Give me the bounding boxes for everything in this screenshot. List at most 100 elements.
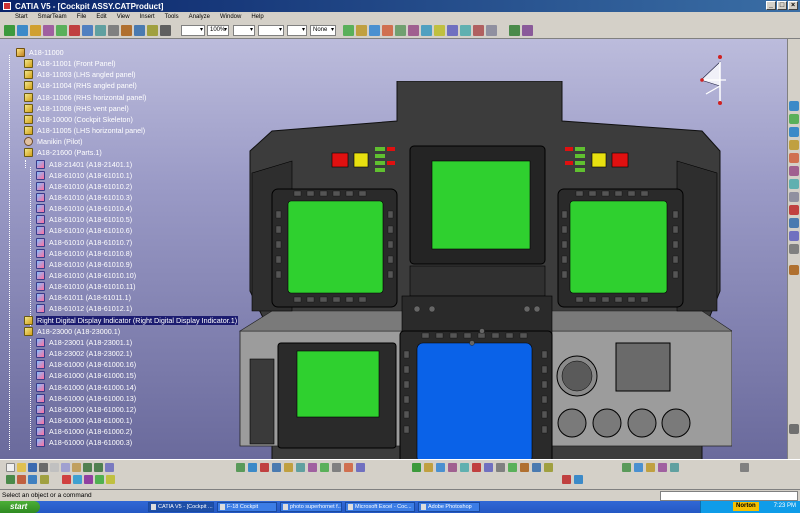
menu-view[interactable]: View	[114, 14, 133, 20]
tree-node[interactable]: A18-61000 (A18-61000.3)	[36, 437, 133, 448]
copy-icon[interactable]	[61, 463, 70, 472]
shading-icon[interactable]	[332, 463, 341, 472]
measure-icon[interactable]	[460, 25, 471, 36]
sectioning-icon[interactable]	[460, 463, 469, 472]
render-style-icon[interactable]	[134, 25, 145, 36]
power-input-field[interactable]	[660, 491, 798, 501]
tree-node[interactable]: Manikin (Pilot)	[24, 136, 84, 147]
clash-icon[interactable]	[434, 25, 445, 36]
print-icon[interactable]	[39, 463, 48, 472]
manipulate-icon[interactable]	[395, 25, 406, 36]
tree-node[interactable]: A18-61010 (A18-61010.3)	[36, 192, 133, 203]
tree-node[interactable]: A18-61011 (A18-61011.1)	[36, 292, 132, 303]
coincidence-icon[interactable]	[789, 205, 799, 215]
bottom-tool-icon[interactable]	[62, 475, 71, 484]
bottom-tool-icon[interactable]	[95, 475, 104, 484]
tree-root[interactable]: A18-11000	[16, 47, 65, 58]
tree-node[interactable]: A18-11004 (RHS angled panel)	[24, 80, 138, 91]
tree-node[interactable]: A18-61010 (A18-61010.1)	[36, 170, 133, 181]
constraints-analysis-icon[interactable]	[496, 463, 505, 472]
tree-node[interactable]: A18-61000 (A18-61000.15)	[36, 370, 137, 381]
update-icon[interactable]	[356, 25, 367, 36]
bottom-tool-icon[interactable]	[73, 475, 82, 484]
bottom-tool-icon[interactable]	[40, 475, 49, 484]
snap-icon[interactable]	[408, 25, 419, 36]
zoom-in-icon[interactable]	[284, 463, 293, 472]
degrees-freedom-icon[interactable]	[508, 463, 517, 472]
scene-capture-icon[interactable]	[646, 463, 655, 472]
tree-node[interactable]: A18-61012 (A18-61012.1)	[36, 303, 133, 314]
menu-smarteam[interactable]: SmarTeam	[35, 14, 70, 20]
analysis-tool-icon[interactable]	[574, 475, 583, 484]
tree-node[interactable]: A18-61010 (A18-61010.9)	[36, 259, 133, 270]
iso-view-icon[interactable]	[320, 463, 329, 472]
fit-all-in-icon[interactable]	[248, 463, 257, 472]
painter-icon[interactable]	[343, 25, 354, 36]
contact-icon[interactable]	[789, 218, 799, 228]
analysis-tool-icon[interactable]	[562, 475, 571, 484]
tree-node[interactable]: A18-61000 (A18-61000.2)	[36, 426, 133, 437]
task-photo[interactable]: photo superhornet f...	[280, 502, 342, 512]
insert-component-icon[interactable]	[789, 101, 799, 111]
bottom-tool-icon[interactable]	[106, 475, 115, 484]
menu-edit[interactable]: Edit	[93, 14, 109, 20]
bottom-tool-icon[interactable]	[28, 475, 37, 484]
tree-node[interactable]: A18-11006 (RHS horizontal panel)	[24, 92, 147, 103]
multi-instantiation-icon[interactable]	[789, 179, 799, 189]
open-icon[interactable]	[17, 463, 26, 472]
bottom-tool-icon[interactable]	[84, 475, 93, 484]
fit-all-icon[interactable]	[56, 25, 67, 36]
redo-icon[interactable]	[94, 463, 103, 472]
fly-icon[interactable]	[236, 463, 245, 472]
paste-icon[interactable]	[72, 463, 81, 472]
swap-space-icon[interactable]	[121, 25, 132, 36]
graph-tree-icon[interactable]	[789, 166, 799, 176]
rotate-view-icon[interactable]	[272, 463, 281, 472]
fix-icon[interactable]	[382, 25, 393, 36]
settings-icon[interactable]	[740, 463, 749, 472]
tree-node[interactable]: A18-11005 (LHS horizontal panel)	[24, 125, 146, 136]
tree-node[interactable]: A18-61000 (A18-61000.13)	[36, 393, 137, 404]
task-f18-cockpit[interactable]: F-18 Cockpit	[217, 502, 277, 512]
workbench-icon[interactable]	[509, 25, 520, 36]
tree-node[interactable]: A18-61010 (A18-61010.2)	[36, 181, 133, 192]
bottom-tool-icon[interactable]	[17, 475, 26, 484]
linetype-combo[interactable]	[233, 25, 255, 36]
minimize-button[interactable]: _	[766, 1, 776, 10]
whats-this-icon[interactable]	[105, 463, 114, 472]
bottom-tool-icon[interactable]	[6, 475, 15, 484]
generate-numbering-icon[interactable]	[670, 463, 679, 472]
tree-node[interactable]: A18-61010 (A18-61010.10)	[36, 270, 137, 281]
transparency-combo[interactable]: 100%	[207, 25, 229, 36]
menu-start[interactable]: Start	[12, 14, 31, 20]
manipulation-icon[interactable]	[789, 192, 799, 202]
tree-node[interactable]: A18-61000 (A18-61000.14)	[36, 382, 137, 393]
tree-node[interactable]: A18-61010 (A18-61010.7)	[36, 237, 133, 248]
annotation-icon[interactable]	[473, 25, 484, 36]
tree-node[interactable]: A18-23000 (A18-23000.1)	[24, 326, 121, 337]
undo-icon[interactable]	[83, 463, 92, 472]
angle-icon[interactable]	[789, 244, 799, 254]
start-button[interactable]: start	[0, 501, 40, 513]
lighting-icon[interactable]	[147, 25, 158, 36]
tree-node[interactable]: A18-61010 (A18-61010.6)	[36, 225, 133, 236]
catalog-icon[interactable]	[486, 25, 497, 36]
quick-view-icon[interactable]	[95, 25, 106, 36]
tree-node[interactable]: A18-11003 (LHS angled panel)	[24, 69, 137, 80]
publication-icon[interactable]	[622, 463, 631, 472]
tree-node[interactable]: A18-21600 (Parts.1)	[24, 147, 103, 158]
tree-node[interactable]: A18-61010 (A18-61010.4)	[36, 203, 133, 214]
tree-node[interactable]: A18-61010 (A18-61010.11)	[36, 281, 137, 292]
tree-node[interactable]: Right Digital Display Indicator (Right D…	[24, 315, 239, 326]
axis-system-icon[interactable]	[789, 424, 799, 434]
constraint-icon[interactable]	[369, 25, 380, 36]
flexible-rigid-icon[interactable]	[544, 463, 553, 472]
fly-mode-icon[interactable]	[160, 25, 171, 36]
rotate-icon[interactable]	[30, 25, 41, 36]
tree-node[interactable]: A18-23001 (A18-23001.1)	[36, 337, 133, 348]
maximize-button[interactable]: □	[777, 1, 787, 10]
pan-icon[interactable]	[17, 25, 28, 36]
menu-window[interactable]: Window	[217, 14, 244, 20]
tree-node[interactable]: A18-23002 (A18-23002.1)	[36, 348, 133, 359]
save-icon[interactable]	[28, 463, 37, 472]
